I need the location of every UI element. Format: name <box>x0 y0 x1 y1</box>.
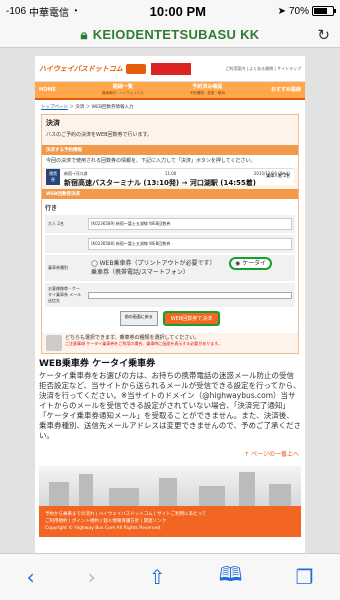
browser-toolbar: ‹ › ⇧ 🕮︎ ❐ <box>0 553 340 600</box>
nav-label: HOME <box>39 87 56 93</box>
header-links[interactable]: ご利用案内 | よくある質問 | サイトマップ <box>225 66 301 72</box>
page-title: 決済 <box>42 115 298 131</box>
email-field[interactable] <box>88 291 292 299</box>
trip-line: 新宿→河口湖 <box>64 171 88 176</box>
web-page[interactable]: ハイウェイバスドットコム ご利用案内 | よくある質問 | サイトマップ HOM… <box>0 48 340 553</box>
site-logo[interactable]: ハイウェイバスドットコム <box>39 64 123 74</box>
url-text: KEIODENTETSUBASU KK <box>92 27 260 42</box>
trip-summary: 運賃 便 新宿→河口湖 11:00 2015/12/16 (Wed) 新宿高速バ… <box>46 168 294 187</box>
back-to-top-link[interactable]: ↑ ページの一番上へ <box>35 441 305 466</box>
action-buttons: 前の画面に戻る WEB回数券で決済 <box>45 307 295 330</box>
battery-percent: 70% <box>288 5 309 17</box>
bookmarks-icon[interactable]: 🕮︎ <box>219 560 243 594</box>
nav-routes[interactable]: 路線一覧 路線案内・ハイウェイバス <box>102 84 144 96</box>
share-icon[interactable]: ⇧ <box>149 565 166 589</box>
ticket-select[interactable]: [K0236588] 新宿～富士五湖線 WEB回数券 <box>88 238 292 250</box>
lock-icon: 🔒︎ <box>80 26 88 42</box>
main-nav: HOME 路線一覧 路線案内・ハイウェイバス 予約済み確認 予約確認・変更・取消 お… <box>35 82 305 100</box>
address-bar[interactable]: 🔒︎ KEIODENTETSUBASU KK ↻ <box>0 22 340 48</box>
carrier-name: 中華電信 <box>29 7 70 19</box>
forward-icon[interactable]: › <box>88 565 96 589</box>
page-content: ハイウェイバスドットコム ご利用案内 | よくある質問 | サイトマップ HOM… <box>35 56 305 553</box>
option-web-label: WEB乗車券（プリントアウトが必要です） <box>99 260 216 267</box>
trip-route: 新宿高速バスターミナル (13:10発) → 河口湖駅 (14:55着) <box>64 179 256 187</box>
trip-label: 便 <box>51 177 55 182</box>
pay-section-heading: WEB回数券決済 <box>42 189 298 199</box>
nav-sub: 路線案内・ハイウェイバス <box>101 91 144 95</box>
nav-sub: 予約確認・変更・取消 <box>189 91 225 95</box>
keitai-body: ケータイ乗車券をお選びの方は、お持ちの携帯電話の迷惑メール防止の受信拒否設定など… <box>39 371 301 440</box>
ticket-row: 大人 2名 [K0236589] 新宿～富士五湖線 WEB回数券 <box>45 215 295 233</box>
ticket-row-label <box>45 241 85 247</box>
location-icon: ➤ <box>277 5 286 17</box>
bus-icon <box>125 63 146 74</box>
battery-icon <box>312 6 336 16</box>
trip-label-column: 運賃 便 <box>46 169 60 185</box>
phone-illustration <box>46 335 62 351</box>
ticket-select[interactable]: [K0236589] 新宿～富士五湖線 WEB回数券 <box>88 218 292 230</box>
keitai-heading: WEB乗車券 ケータイ乗車券 <box>39 359 156 369</box>
note-text-block: どちらも選択できます。乗車券の種類を選択してください。 ご注意事項 ケータイ乗車… <box>65 335 222 347</box>
status-bar: -106 中華電信 ◔ 10:00 PM ➤ 70% <box>0 0 340 22</box>
ticket-type-options: ◯ WEB乗車券（プリントアウトが必要です） 乗車券（携帯電話/スマートフォン）… <box>91 257 292 277</box>
payment-panel: 決済 バスのご予約の決済をWEB回数券で行います。 決済する予約情報 今回の決済… <box>41 114 299 354</box>
signal-strength: -106 <box>6 5 27 17</box>
footer-links-1[interactable]: 予約から乗車までの流れ | ハイウェイバスドットコム | サイトご利用にあたって <box>45 511 295 518</box>
footer-links-2[interactable]: ご利用規約 | ポイント規約 | 個人情報保護方針 | 関連リンク <box>45 518 295 525</box>
ticket-section-text: 今回の決済で使用される回数券の情報を、下記に入力して「決済」ボタンを押してくださ… <box>42 155 298 168</box>
wifi-icon: ◔ <box>72 5 79 17</box>
note-warning: ご注意事項 ケータイ乗車券をご利用の場合、乗車時に画面を表示する必要があります。 <box>65 341 222 346</box>
status-left: -106 中華電信 ◔ <box>6 4 78 19</box>
footer-copyright: Copyright © Highway Bus Com All Rights R… <box>45 526 162 531</box>
tabs-icon[interactable]: ❐ <box>295 565 313 589</box>
ticket-type-choice: 乗車券種別 ◯ WEB乗車券（プリントアウトが必要です） 乗車券（携帯電話/スマ… <box>45 255 295 281</box>
page-description: バスのご予約の決済をWEB回数券で行います。 <box>46 132 153 138</box>
clock: 10:00 PM <box>149 3 207 19</box>
back-button[interactable]: 前の画面に戻る <box>119 311 158 326</box>
logo-text: ハイウェイバスドットコム <box>39 64 123 73</box>
header-banner[interactable] <box>150 62 191 75</box>
option-keitai-label: ケータイ <box>242 260 267 267</box>
ticket-row: [K0236588] 新宿～富士五湖線 WEB回数券 <box>45 235 295 253</box>
nav-recommended[interactable]: おすすめ路線 <box>271 87 301 93</box>
city-illustration <box>39 466 301 506</box>
ticket-note: どちらも選択できます。乗車券の種類を選択してください。 ご注意事項 ケータイ乗車… <box>42 333 298 353</box>
site-footer: 予約から乗車までの流れ | ハイウェイバスドットコム | サイトご利用にあたって… <box>39 506 301 537</box>
pay-direction-label: 行き <box>45 205 58 212</box>
trip-body: 新宿→河口湖 11:00 2015/12/16 (Wed) 新宿高速バスターミナ… <box>60 169 294 187</box>
site-header: ハイウェイバスドットコム ご利用案内 | よくある質問 | サイトマップ <box>35 56 305 82</box>
ticket-row-label: 大人 2名 <box>48 221 64 226</box>
pay-section: 行き 大人 2名 [K0236589] 新宿～富士五湖線 WEB回数券 [K02… <box>42 199 298 333</box>
option-keitai-ticket[interactable]: ◉ ケータイ <box>229 257 273 270</box>
nav-label: おすすめ路線 <box>270 87 301 93</box>
nav-home[interactable]: HOME <box>39 87 56 93</box>
url-display[interactable]: 🔒︎ KEIODENTETSUBASU KK <box>81 27 260 43</box>
pay-button[interactable]: WEB回数券で決済 <box>162 311 221 326</box>
nav-reservations[interactable]: 予約済み確認 予約確認・変更・取消 <box>190 84 225 96</box>
ticket-type-label: 乗車券種別 <box>48 265 68 270</box>
email-row: お客様携帯・ケータイ乗車券 メール送信先 <box>45 283 295 307</box>
back-icon[interactable]: ‹ <box>27 565 35 589</box>
breadcrumb-rest: ＞ 決済 ＞ WEB回数券情報入力 <box>69 105 134 110</box>
breadcrumb: トップページ ＞ 決済 ＞ WEB回数券情報入力 <box>35 100 305 114</box>
ticket-section-heading: 決済する予約情報 <box>42 145 298 155</box>
trip-time: 11:00 <box>164 171 177 176</box>
email-label: お客様携帯・ケータイ乗車券 メール送信先 <box>48 286 82 303</box>
status-right: ➤ 70% <box>277 5 336 17</box>
reload-icon[interactable]: ↻ <box>317 26 330 44</box>
breadcrumb-home[interactable]: トップページ <box>41 105 68 110</box>
